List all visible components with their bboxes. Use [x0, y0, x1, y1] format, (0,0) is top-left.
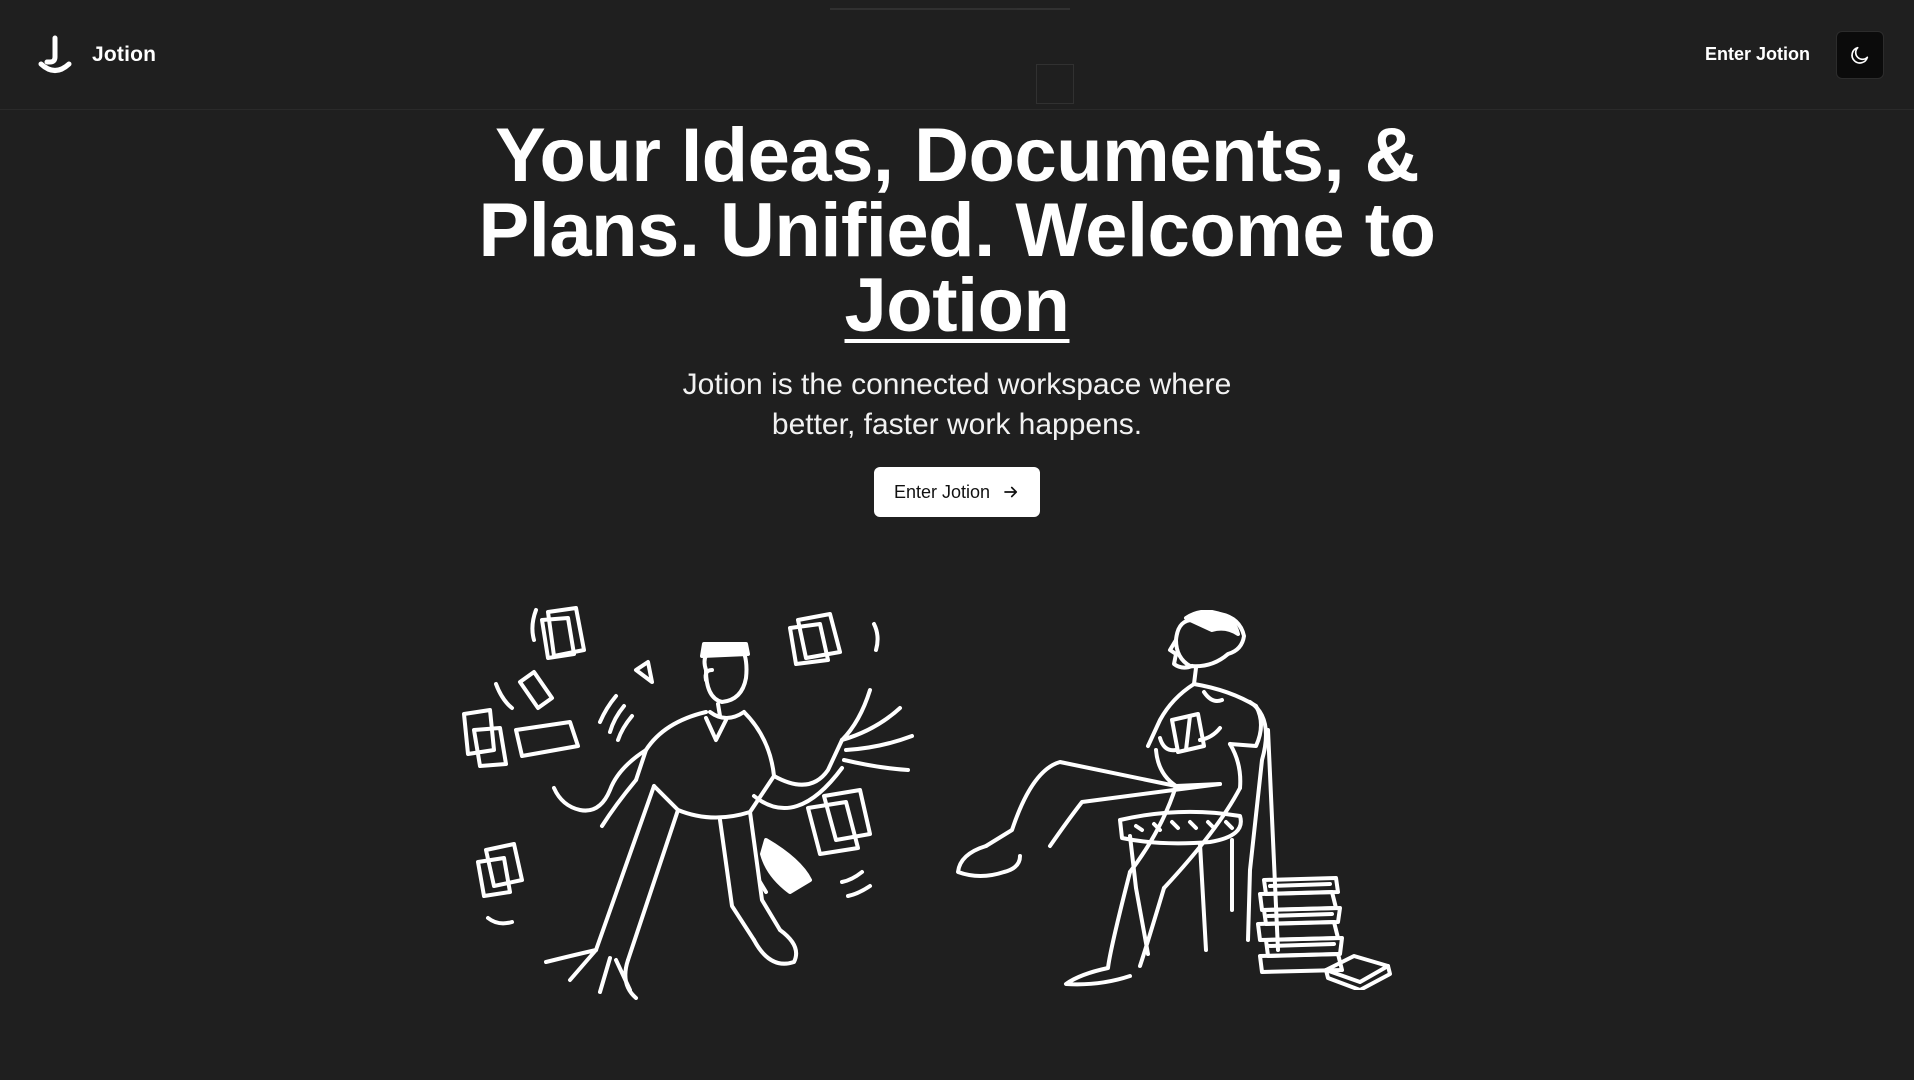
- jotion-logo-icon: [38, 35, 72, 73]
- theme-toggle-button[interactable]: [1836, 30, 1884, 79]
- artifact-line: [830, 8, 1070, 10]
- cta-label: Enter Jotion: [893, 481, 991, 502]
- hero-title-brand: Jotion: [844, 263, 1070, 348]
- moon-icon: [1851, 46, 1869, 64]
- brand-logo-link[interactable]: Jotion: [38, 35, 156, 75]
- artifact-box: [1036, 64, 1074, 104]
- brand-name: Jotion: [92, 42, 157, 66]
- hero-section: Your Ideas, Documents, & Plans. Unified.…: [0, 118, 1914, 517]
- reading-woman-illustration: [956, 610, 1392, 990]
- nav-actions: Enter Jotion: [1705, 30, 1884, 79]
- hero-subtitle: Jotion is the connected workspace where …: [682, 368, 1232, 441]
- background-artifact: [820, 0, 1080, 110]
- enter-jotion-nav-link[interactable]: Enter Jotion: [1705, 44, 1810, 65]
- hero-illustrations: [0, 600, 1914, 1020]
- hero-title: Your Ideas, Documents, & Plans. Unified.…: [457, 118, 1457, 344]
- juggling-papers-illustration: [462, 606, 914, 1000]
- hero-title-text: Your Ideas, Documents, & Plans. Unified.…: [478, 113, 1436, 273]
- enter-jotion-cta-button[interactable]: Enter Jotion: [873, 467, 1041, 517]
- arrow-right-icon: [1004, 486, 1018, 498]
